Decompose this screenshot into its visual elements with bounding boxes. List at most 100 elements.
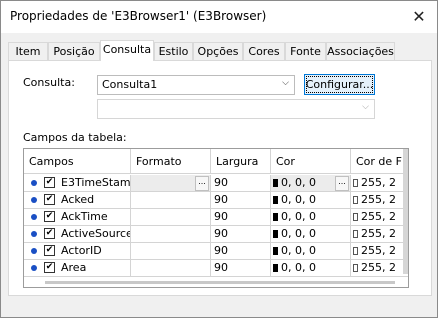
formato-cell[interactable] [131, 209, 211, 226]
cor-cell[interactable]: 0, 0, 0 [271, 209, 351, 226]
consulta-select[interactable]: Consulta1 ⌵ [97, 75, 295, 95]
campo-cell: ✔ ActorID [24, 243, 131, 260]
title-bar: Propriedades de 'E3Browser1' (E3Browser)… [1, 1, 437, 33]
color-swatch [353, 247, 358, 255]
tab-item[interactable]: Item [8, 42, 48, 60]
dot-icon [31, 197, 37, 203]
formato-cell[interactable] [131, 243, 211, 260]
color-swatch [273, 213, 278, 221]
cor-cell[interactable]: 0, 0, 0 [271, 192, 351, 209]
color-swatch [353, 196, 358, 204]
tab-consulta[interactable]: Consulta [100, 40, 154, 61]
header-largura[interactable]: Largura [211, 149, 271, 174]
table-row[interactable]: ✔ ActiveSource 90 0, 0, 0 255, 2 [24, 226, 408, 243]
scrollbar-thumb[interactable] [45, 281, 395, 284]
table-row[interactable]: ✔ Area 90 0, 0, 0 255, 2 [24, 260, 408, 277]
cor-fundo-value: 255, 2 [361, 227, 396, 240]
cor-fundo-cell[interactable]: 255, 2 [351, 243, 408, 260]
tab-associacoes[interactable]: Associações [326, 42, 395, 60]
largura-cell[interactable]: 90 [211, 260, 271, 277]
table-header: Campos Formato Largura Cor Cor de F [24, 149, 408, 174]
cor-fundo-value: 255, 2 [361, 261, 396, 274]
campo-cell: ✔ ActiveSource [24, 226, 131, 243]
chevron-down-icon: ⌵ [282, 78, 289, 88]
horizontal-scrollbar[interactable] [23, 278, 409, 288]
cor-fundo-cell[interactable]: 255, 2 [351, 192, 408, 209]
campo-cell: ✔ Area [24, 260, 131, 277]
campo-checkbox[interactable]: ✔ [44, 245, 55, 256]
cor-fundo-cell[interactable]: 255, 2 [351, 175, 408, 192]
formato-cell[interactable]: ... [131, 175, 211, 192]
campo-name: E3TimeStamp [61, 176, 131, 189]
tab-posicao[interactable]: Posição [48, 42, 100, 60]
tab-opcoes[interactable]: Opções [193, 42, 243, 60]
cor-fundo-cell[interactable]: 255, 2 [351, 260, 408, 277]
color-swatch [273, 230, 278, 238]
cor-value: 0, 0, 0 [281, 261, 316, 274]
color-swatch [273, 247, 278, 255]
color-swatch [353, 264, 358, 272]
formato-cell[interactable] [131, 260, 211, 277]
dot-icon [31, 214, 37, 220]
color-swatch [273, 196, 278, 204]
vertical-scrollbar[interactable] [403, 149, 408, 274]
color-swatch [273, 179, 278, 187]
campo-cell: ✔ AckTime [24, 209, 131, 226]
header-cor-fundo[interactable]: Cor de F [351, 149, 408, 174]
campo-name: Area [61, 261, 87, 274]
campo-checkbox[interactable]: ✔ [44, 211, 55, 222]
campo-cell: ✔ E3TimeStamp [24, 175, 131, 192]
cor-cell[interactable]: 0, 0, 0 [271, 243, 351, 260]
window-title: Propriedades de 'E3Browser1' (E3Browser) [10, 9, 267, 23]
cor-fundo-cell[interactable]: 255, 2 [351, 226, 408, 243]
campo-name: ActorID [61, 244, 102, 257]
header-cor[interactable]: Cor [271, 149, 351, 174]
fields-table: Campos Formato Largura Cor Cor de F ✔ E3… [23, 148, 409, 288]
formato-cell[interactable] [131, 192, 211, 209]
consulta-label: Consulta: [23, 76, 75, 89]
color-swatch [353, 179, 358, 187]
cor-cell[interactable]: 0, 0, 0 [271, 226, 351, 243]
tab-estilo[interactable]: Estilo [154, 42, 193, 60]
color-swatch [353, 230, 358, 238]
campo-name: AckTime [61, 210, 108, 223]
ellipsis-button-icon[interactable]: ... [195, 176, 209, 191]
table-row[interactable]: ✔ E3TimeStamp ... 90 0, 0, 0 ... 255, 2 [24, 175, 408, 192]
color-swatch [353, 213, 358, 221]
cor-value: 0, 0, 0 [281, 193, 316, 206]
largura-cell[interactable]: 90 [211, 175, 271, 192]
header-formato[interactable]: Formato [131, 149, 211, 174]
campo-name: ActiveSource [61, 227, 131, 240]
tab-fonte[interactable]: Fonte [285, 42, 326, 60]
cor-cell[interactable]: 0, 0, 0 [271, 260, 351, 277]
configurar-button[interactable]: Configurar... [304, 74, 375, 95]
cor-value: 0, 0, 0 [281, 227, 316, 240]
cor-value: 0, 0, 0 [281, 210, 316, 223]
close-button[interactable]: ✕ [401, 1, 437, 32]
formato-cell[interactable] [131, 226, 211, 243]
cor-cell[interactable]: 0, 0, 0 ... [271, 175, 351, 192]
largura-cell[interactable]: 90 [211, 209, 271, 226]
campo-checkbox[interactable]: ✔ [44, 228, 55, 239]
campo-checkbox[interactable]: ✔ [44, 194, 55, 205]
largura-cell[interactable]: 90 [211, 226, 271, 243]
dot-icon [31, 231, 37, 237]
cor-fundo-value: 255, 2 [361, 176, 396, 189]
campo-checkbox[interactable]: ✔ [44, 177, 55, 188]
tab-cores[interactable]: Cores [243, 42, 285, 60]
header-campos[interactable]: Campos [24, 149, 131, 174]
largura-cell[interactable]: 90 [211, 243, 271, 260]
table-row[interactable]: ✔ AckTime 90 0, 0, 0 255, 2 [24, 209, 408, 226]
campo-cell: ✔ Acked [24, 192, 131, 209]
dot-icon [31, 248, 37, 254]
table-row[interactable]: ✔ Acked 90 0, 0, 0 255, 2 [24, 192, 408, 209]
chevron-down-icon: ⌵ [362, 102, 369, 112]
table-row[interactable]: ✔ ActorID 90 0, 0, 0 255, 2 [24, 243, 408, 260]
secondary-select[interactable]: ⌵ [97, 99, 375, 119]
largura-cell[interactable]: 90 [211, 192, 271, 209]
campo-checkbox[interactable]: ✔ [44, 262, 55, 273]
cor-fundo-cell[interactable]: 255, 2 [351, 209, 408, 226]
ellipsis-button-icon[interactable]: ... [335, 176, 349, 191]
cor-value: 0, 0, 0 [281, 176, 316, 189]
color-swatch [273, 264, 278, 272]
